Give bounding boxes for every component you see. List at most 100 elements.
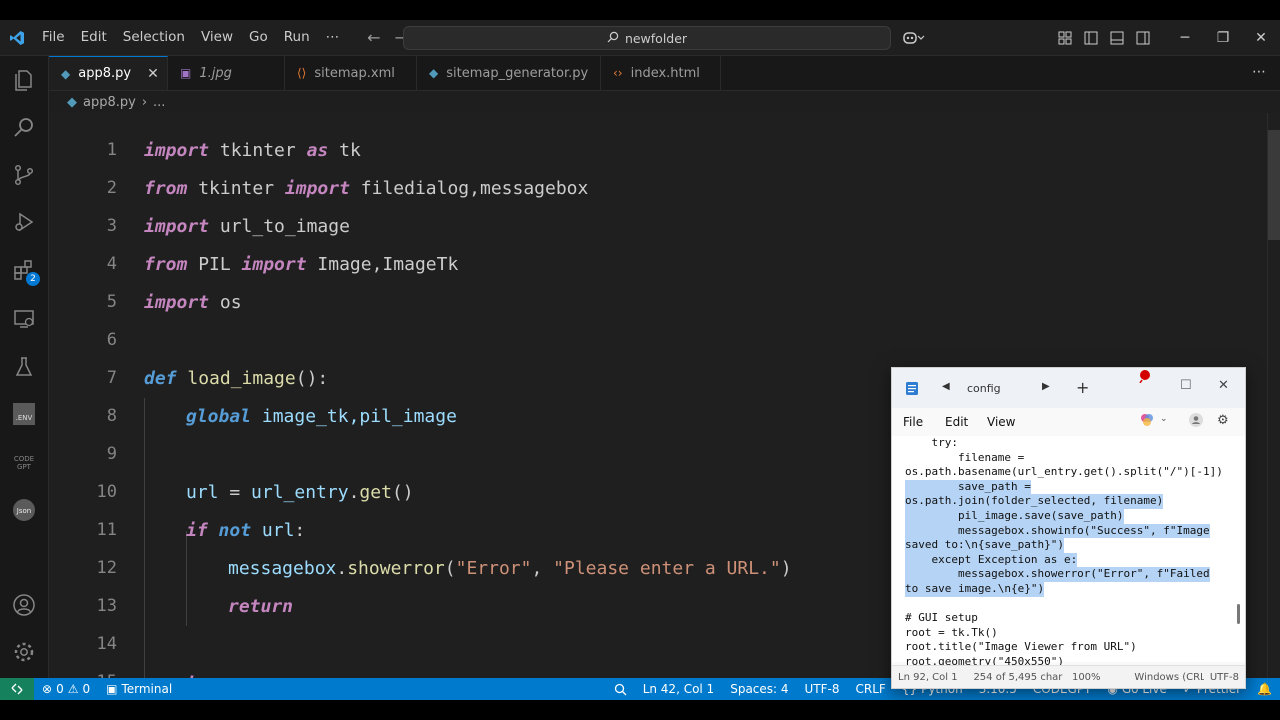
menu-file[interactable]: File <box>34 20 73 55</box>
remote-explorer-icon[interactable] <box>0 299 48 339</box>
editor-scrollbar-thumb[interactable] <box>1268 130 1280 240</box>
tab-label: index.html <box>630 65 700 81</box>
notepad-menu-edit[interactable]: Edit <box>945 415 968 429</box>
svg-text:CODE: CODE <box>14 455 34 463</box>
menu-selection[interactable]: Selection <box>115 20 193 55</box>
menu-more-button[interactable]: ⋯ <box>318 20 348 55</box>
back-arrow-icon[interactable]: ← <box>367 28 380 47</box>
problems-indicator[interactable]: ⊗ 0 ⚠ 0 <box>34 682 98 696</box>
svg-text:.ENV: .ENV <box>16 414 33 422</box>
editor-tabs: ◆ app8.py ✕ ▣ 1.jpg ⟨⟩ sitemap.xml ◆ sit… <box>49 56 1280 91</box>
tab-1-jpg[interactable]: ▣ 1.jpg <box>168 56 285 90</box>
toggle-sidebar-icon[interactable] <box>1078 20 1104 55</box>
line-number: 4 <box>106 254 117 274</box>
settings-gear-icon[interactable] <box>0 632 48 672</box>
tab-label: 1.jpg <box>199 65 232 81</box>
notepad-settings-gear-icon[interactable]: ⚙ <box>1217 413 1229 428</box>
code-line: 1 import tkinter as tk <box>49 131 1267 169</box>
codegpt-icon[interactable]: CODE GPT <box>0 442 48 482</box>
tab-scroll-left-icon[interactable]: ◀ <box>942 381 950 392</box>
json-icon[interactable]: Json <box>0 490 48 530</box>
notepad-tab-config[interactable]: config <box>967 382 1001 395</box>
python-icon: ◆ <box>67 94 77 110</box>
restore-icon[interactable]: ❐ <box>1204 20 1242 55</box>
copilot-icon[interactable] <box>896 20 932 55</box>
testing-icon[interactable] <box>0 347 48 387</box>
account-icon[interactable] <box>1188 412 1204 431</box>
cursor-position[interactable]: Ln 42, Col 1 <box>635 682 723 696</box>
explorer-icon[interactable] <box>0 60 48 100</box>
notepad-title-bar: ◀ config ▶ + ☐ ✕ <box>892 368 1245 408</box>
menu-edit[interactable]: Edit <box>73 20 115 55</box>
close-window-icon[interactable]: ✕ <box>1242 20 1280 55</box>
notepad-line: try: <box>905 436 958 449</box>
new-tab-icon[interactable]: + <box>1076 378 1089 397</box>
tab-label: sitemap.xml <box>314 65 395 81</box>
zoom-icon[interactable] <box>606 683 635 696</box>
chevron-down-icon[interactable]: ⌄ <box>1160 414 1168 424</box>
tab-sitemap-xml[interactable]: ⟨⟩ sitemap.xml <box>285 56 417 90</box>
line-number: 5 <box>106 292 117 312</box>
notepad-line: os.path.basename(url_entry.get().split("… <box>905 465 1223 479</box>
tab-sitemap-generator-py[interactable]: ◆ sitemap_generator.py <box>417 56 601 90</box>
tab-label: sitemap_generator.py <box>446 65 589 81</box>
notepad-menu-view[interactable]: View <box>987 415 1015 429</box>
warning-count: 0 <box>82 682 91 696</box>
pin-icon[interactable] <box>1138 369 1152 386</box>
command-center-search[interactable]: newfolder <box>403 26 891 50</box>
breadcrumb: ◆ app8.py › ... <box>49 91 165 113</box>
image-icon: ▣ <box>180 66 192 80</box>
close-tab-icon[interactable]: ✕ <box>147 66 159 82</box>
extensions-badge: 2 <box>26 272 40 286</box>
end-of-line[interactable]: CRLF <box>848 682 894 696</box>
code-line: 3 import url_to_image <box>49 207 1267 245</box>
title-bar: File Edit Selection View Go Run ⋯ ← → ne… <box>0 20 1280 56</box>
code-line: 4 from PIL import Image,ImageTk <box>49 245 1267 283</box>
svg-text:Json: Json <box>16 507 31 515</box>
line-number: 14 <box>96 634 117 654</box>
tab-app8-py[interactable]: ◆ app8.py ✕ <box>49 56 168 90</box>
notepad-text-area[interactable]: try: filename = os.path.basename(url_ent… <box>892 436 1245 668</box>
line-number: 12 <box>96 558 117 578</box>
toggle-secondary-sidebar-icon[interactable] <box>1130 20 1156 55</box>
notifications-bell-icon[interactable]: 🔔 <box>1249 682 1280 696</box>
menu-go[interactable]: Go <box>241 20 276 55</box>
encoding[interactable]: UTF-8 <box>797 682 848 696</box>
indentation[interactable]: Spaces: 4 <box>722 682 796 696</box>
tab-index-html[interactable]: ‹› index.html <box>601 56 721 90</box>
line-number: 6 <box>106 330 117 350</box>
close-notepad-icon[interactable]: ✕ <box>1218 378 1229 393</box>
line-number: 10 <box>96 482 117 502</box>
maximize-icon[interactable]: ☐ <box>1180 378 1192 393</box>
breadcrumb-more[interactable]: ... <box>153 95 165 110</box>
remote-indicator-icon[interactable] <box>0 678 34 700</box>
copilot-icon[interactable] <box>1140 413 1154 430</box>
run-debug-icon[interactable] <box>0 202 48 242</box>
tab-scroll-right-icon[interactable]: ▶ <box>1042 381 1050 392</box>
source-control-icon[interactable] <box>0 155 48 195</box>
notepad-encoding[interactable]: UTF-8 <box>1204 672 1245 683</box>
line-number: 8 <box>106 406 117 426</box>
minimize-icon[interactable]: ─ <box>1166 20 1204 55</box>
menu-run[interactable]: Run <box>276 20 318 55</box>
notepad-menu-bar: File Edit View ⌄ ⚙ <box>892 408 1245 436</box>
customize-layout-icon[interactable] <box>1052 20 1078 55</box>
extensions-icon[interactable]: 2 <box>0 250 48 290</box>
search-text: newfolder <box>624 30 688 46</box>
terminal-button[interactable]: ▣ Terminal <box>98 682 180 696</box>
env-file-icon[interactable]: .ENV <box>0 394 48 434</box>
accounts-icon[interactable] <box>0 585 48 625</box>
notepad-menu-file[interactable]: File <box>903 415 923 429</box>
line-number: 7 <box>106 368 117 388</box>
notepad-zoom[interactable]: 100% <box>1066 672 1116 683</box>
breadcrumb-file[interactable]: app8.py <box>83 95 136 110</box>
notepad-line: except Exception as e: <box>905 552 1078 568</box>
line-number: 9 <box>106 444 117 464</box>
search-view-icon[interactable] <box>0 107 48 147</box>
menu-view[interactable]: View <box>193 20 241 55</box>
notepad-scrollbar-thumb[interactable] <box>1237 604 1240 624</box>
python-icon: ◆ <box>429 66 439 80</box>
notepad-eol[interactable]: Windows (CRL <box>1116 672 1203 683</box>
toggle-panel-icon[interactable] <box>1104 20 1130 55</box>
more-actions-icon[interactable]: ⋯ <box>1252 64 1266 80</box>
